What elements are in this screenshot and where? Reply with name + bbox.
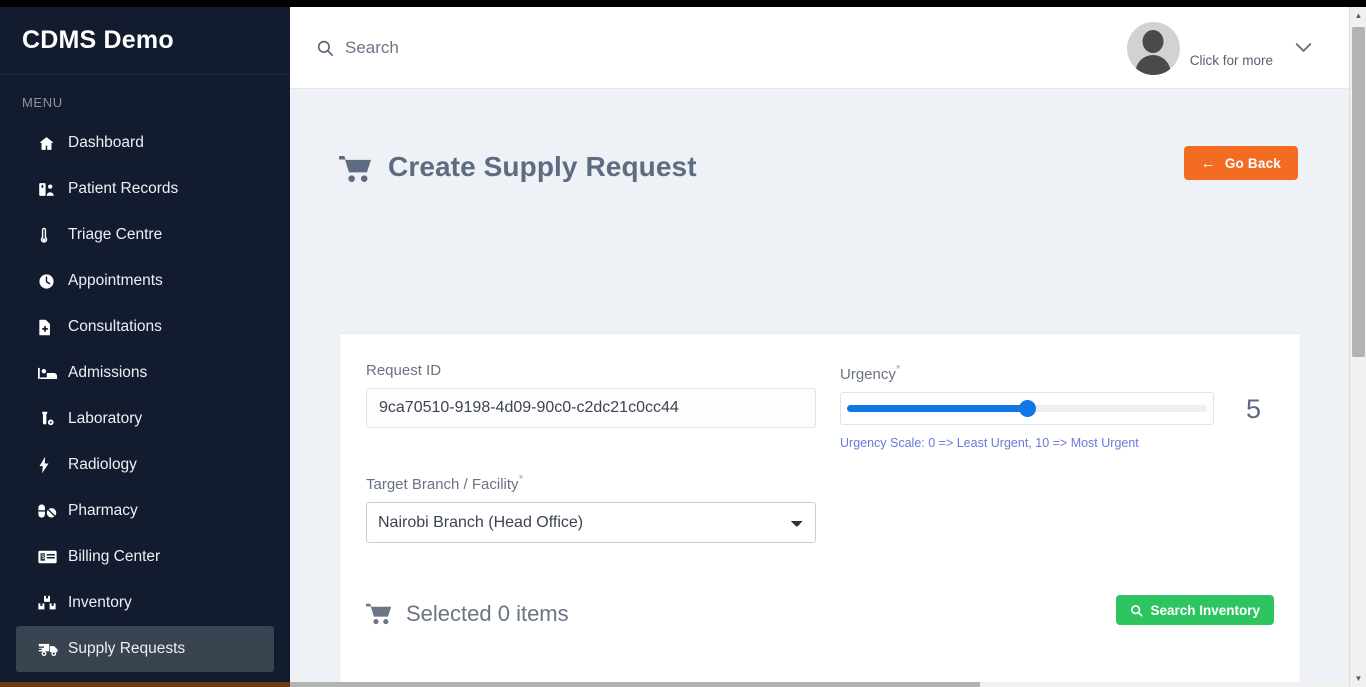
sidebar-item-label: Triage Centre (68, 226, 163, 243)
sidebar-item-consultations[interactable]: Consultations (16, 304, 274, 350)
arrow-left-icon: ← (1200, 154, 1216, 172)
sidebar-item-billing-center[interactable]: $ Billing Center (16, 534, 274, 580)
app-window: CDMS Demo MENU Dashboard Patient Records… (0, 7, 1366, 687)
brand-header: CDMS Demo (0, 7, 290, 75)
sidebar-item-radiology[interactable]: Radiology (16, 442, 274, 488)
go-back-label: Go Back (1224, 155, 1281, 171)
selected-items-count: Selected 0 items (406, 601, 569, 626)
sidebar-item-patient-records[interactable]: Patient Records (16, 166, 274, 212)
urgency-slider-row: 5 (840, 392, 1274, 425)
urgency-help-text: Urgency Scale: 0 => Least Urgent, 10 => … (840, 436, 1139, 450)
required-marker: * (895, 362, 901, 376)
delivery-truck-icon (38, 642, 64, 657)
sidebar-item-label: Laboratory (68, 410, 143, 427)
page-body: Create Supply Request ← Go Back Request … (290, 89, 1350, 687)
page-header: Create Supply Request ← Go Back (290, 89, 1350, 183)
sidebar-item-pharmacy[interactable]: Pharmacy (16, 488, 274, 534)
urgency-label-text: Urgency (840, 366, 896, 383)
sidebar-item-label: Supply Requests (68, 640, 186, 657)
target-branch-select[interactable]: Nairobi Branch (Head Office) (366, 502, 816, 543)
sidebar-item-dashboard[interactable]: Dashboard (16, 120, 274, 166)
boxes-icon (38, 595, 64, 611)
request-id-input[interactable] (366, 388, 816, 428)
hospital-bed-icon (38, 365, 64, 381)
request-id-field-group: Request ID (366, 362, 816, 450)
required-marker: * (518, 472, 524, 486)
search-input[interactable]: Search (316, 38, 399, 58)
target-branch-field-group: Target Branch / Facility* Nairobi Branch… (366, 472, 816, 543)
avatar-head (1142, 29, 1164, 53)
sidebar-item-label: Dashboard (68, 134, 144, 151)
scroll-down-arrow-icon[interactable]: ▼ (1350, 670, 1366, 687)
search-icon (1130, 604, 1143, 617)
profile-label: Click for more (1189, 52, 1273, 68)
sidebar-item-appointments[interactable]: Appointments (16, 258, 274, 304)
sidebar-nav: Dashboard Patient Records Triage Centre … (0, 118, 290, 672)
pills-icon (38, 503, 64, 519)
avatar-body (1135, 54, 1171, 75)
thermometer-icon (38, 227, 64, 244)
sidebar-item-label: Patient Records (68, 180, 179, 197)
sidebar-item-supply-requests[interactable]: Supply Requests (16, 626, 274, 672)
invoice-icon: $ (38, 550, 64, 564)
urgency-value: 5 (1246, 394, 1262, 424)
sidebar-item-label: Inventory (68, 594, 132, 611)
selected-items-bar: Selected 0 items Search Inventory (366, 593, 1274, 635)
shopping-cart-icon (366, 603, 392, 625)
target-branch-label: Target Branch / Facility* (366, 472, 816, 493)
sidebar: CDMS Demo MENU Dashboard Patient Records… (0, 7, 290, 687)
profile-menu[interactable]: Click for more (1126, 7, 1312, 89)
menu-heading: MENU (22, 95, 63, 110)
sidebar-item-inventory[interactable]: Inventory (16, 580, 274, 626)
urgency-slider-container (840, 392, 1214, 425)
bolt-icon (38, 456, 64, 474)
patient-records-icon (38, 181, 64, 198)
request-id-label: Request ID (366, 362, 442, 379)
form-row-2: Target Branch / Facility* Nairobi Branch… (366, 472, 1274, 543)
urgency-slider[interactable] (847, 405, 1207, 412)
page-title: Create Supply Request (388, 151, 697, 182)
window-top-strip (0, 0, 1366, 7)
sidebar-item-label: Consultations (68, 318, 162, 335)
brand-title: CDMS Demo (22, 26, 174, 54)
search-placeholder: Search (345, 37, 399, 57)
vertical-scrollbar-thumb[interactable] (1352, 27, 1365, 357)
sidebar-item-admissions[interactable]: Admissions (16, 350, 274, 396)
svg-text:$: $ (41, 554, 45, 561)
avatar (1126, 21, 1180, 75)
target-branch-label-text: Target Branch / Facility (366, 476, 519, 493)
chevron-down-icon[interactable] (1295, 42, 1312, 53)
sidebar-item-label: Pharmacy (68, 502, 138, 519)
home-icon (38, 135, 64, 152)
sidebar-item-label: Radiology (68, 456, 137, 473)
sidebar-item-laboratory[interactable]: Laboratory (16, 396, 274, 442)
search-icon (316, 39, 334, 57)
urgency-label: Urgency* (840, 362, 1274, 383)
test-tube-icon (38, 411, 64, 428)
sidebar-item-label: Billing Center (68, 548, 161, 565)
search-inventory-label: Search Inventory (1150, 602, 1260, 618)
supply-request-form-card: Request ID Urgency* 5 (339, 333, 1301, 687)
go-back-button[interactable]: ← Go Back (1183, 146, 1298, 180)
search-inventory-button[interactable]: Search Inventory (1116, 595, 1274, 625)
scroll-up-arrow-icon[interactable]: ▲ (1350, 7, 1366, 24)
sidebar-item-label: Admissions (68, 364, 148, 381)
form-row-1: Request ID Urgency* 5 (366, 362, 1274, 450)
vertical-scrollbar[interactable]: ▲ ▼ (1349, 7, 1366, 687)
horizontal-scrollbar-thumb[interactable] (290, 682, 980, 687)
horizontal-scrollbar[interactable] (290, 682, 1349, 687)
bottom-accent-strip (0, 682, 290, 687)
file-medical-icon (38, 319, 64, 336)
clock-icon (38, 273, 64, 290)
main-content: Search Click for more Create Supply Requ… (290, 7, 1366, 687)
sidebar-item-triage-centre[interactable]: Triage Centre (16, 212, 274, 258)
shopping-cart-icon (339, 155, 372, 183)
top-bar: Search Click for more (290, 7, 1350, 89)
urgency-field-group: Urgency* 5 Urgency Scale: 0 => Least Urg… (840, 362, 1274, 450)
sidebar-item-label: Appointments (68, 272, 163, 289)
